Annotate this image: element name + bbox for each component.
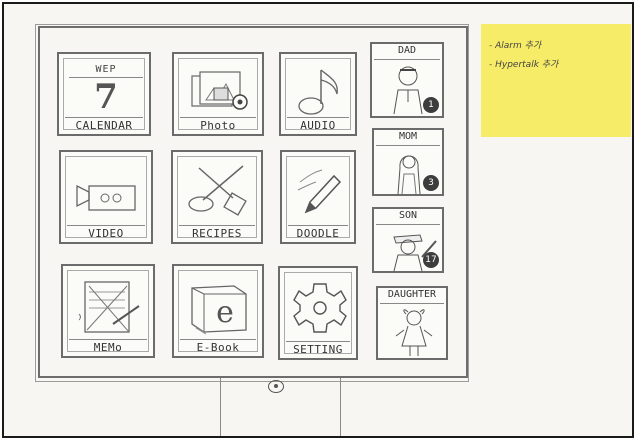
- contact-name: SON: [398, 210, 418, 221]
- contact-name: DAUGHTER: [387, 289, 437, 300]
- sticky-note: - Alarm 추가 - Hypertalk 추가: [481, 24, 631, 137]
- home-button[interactable]: [268, 380, 284, 393]
- app-label: E-Book: [196, 341, 240, 354]
- utensils-icon: [183, 162, 255, 224]
- app-label: CALENDAR: [75, 119, 133, 132]
- ebook-letter: e: [216, 295, 234, 330]
- app-label: SETTING: [293, 343, 343, 356]
- app-video[interactable]: VIDEO: [59, 150, 153, 244]
- contact-dad[interactable]: DAD 1: [370, 42, 444, 118]
- note-item: - Hypertalk 추가: [489, 60, 559, 70]
- calendar-day: WEP: [95, 64, 117, 75]
- contact-mom[interactable]: MOM 3: [372, 128, 444, 196]
- app-label: AUDIO: [300, 119, 336, 132]
- unread-badge: 3: [423, 175, 439, 191]
- app-label: DOODLE: [296, 227, 340, 240]
- app-setting[interactable]: SETTING: [278, 266, 358, 360]
- app-photo[interactable]: Photo: [172, 52, 264, 136]
- memo-icon: [73, 276, 147, 338]
- app-ebook[interactable]: e E-Book: [172, 264, 264, 358]
- pen-icon: [292, 162, 348, 224]
- music-note-icon: [291, 64, 349, 120]
- app-label: MEMo: [93, 341, 123, 354]
- app-doodle[interactable]: DOODLE: [280, 150, 356, 244]
- contact-name: MOM: [398, 131, 418, 142]
- calendar-date: 7: [94, 77, 118, 117]
- gear-icon: [290, 278, 350, 340]
- app-audio[interactable]: AUDIO: [279, 52, 357, 136]
- app-label: Photo: [200, 119, 236, 132]
- photo-icon: [184, 64, 256, 120]
- calendar-icon: WEP 7: [69, 64, 143, 116]
- contact-son[interactable]: SON 17: [372, 207, 444, 273]
- app-calendar[interactable]: WEP 7 CALENDAR: [57, 52, 151, 136]
- note-item: - Alarm 추가: [489, 41, 542, 51]
- video-camera-icon: [71, 162, 145, 224]
- app-label: VIDEO: [88, 227, 124, 240]
- contact-daughter[interactable]: DAUGHTER: [376, 286, 448, 360]
- stand-right-edge: [340, 378, 341, 436]
- sketch-paper: WEP 7 CALENDAR Photo AUDIO VIDEO RECIPES…: [2, 2, 634, 438]
- app-recipes[interactable]: RECIPES: [171, 150, 263, 244]
- app-label: RECIPES: [192, 227, 242, 240]
- contact-name: DAD: [397, 45, 417, 56]
- book-icon: e: [184, 276, 256, 338]
- unread-badge: 17: [423, 252, 439, 268]
- app-memo[interactable]: MEMo: [61, 264, 155, 358]
- daughter-avatar: [384, 306, 444, 358]
- unread-badge: 1: [423, 97, 439, 113]
- stand-left-edge: [220, 378, 221, 436]
